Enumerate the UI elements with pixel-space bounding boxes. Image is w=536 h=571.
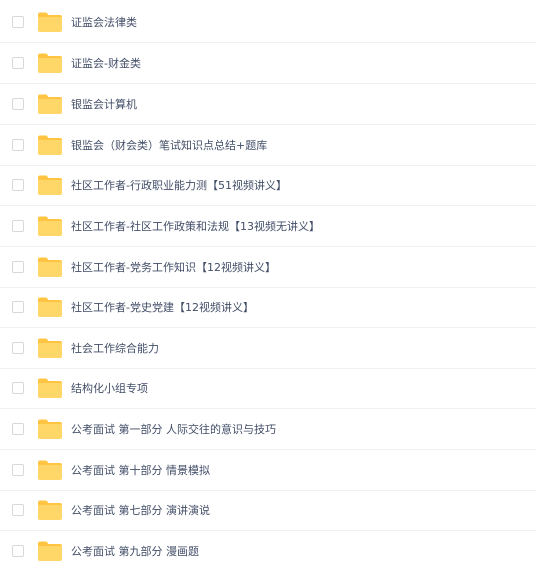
folder-icon xyxy=(38,460,62,480)
row-checkbox[interactable] xyxy=(12,301,24,313)
row-checkbox[interactable] xyxy=(12,464,24,476)
folder-name[interactable]: 证监会法律类 xyxy=(71,3,137,42)
folder-name[interactable]: 银监会（财会类）笔试知识点总结+题库 xyxy=(71,126,267,165)
folder-name[interactable]: 社区工作者-党史党建【12视频讲义】 xyxy=(71,288,254,327)
list-item[interactable]: 社区工作者-党务工作知识【12视频讲义】 xyxy=(0,248,536,288)
row-checkbox[interactable] xyxy=(12,179,24,191)
list-item[interactable]: 社区工作者-社区工作政策和法规【13视频无讲义】 xyxy=(0,207,536,247)
list-item[interactable]: 社区工作者-行政职业能力测【51视频讲义】 xyxy=(0,166,536,206)
folder-name[interactable]: 公考面试 第十部分 情景模拟 xyxy=(71,451,210,490)
list-item[interactable]: 结构化小组专项 xyxy=(0,369,536,409)
list-item[interactable]: 银监会计算机 xyxy=(0,85,536,125)
folder-name[interactable]: 结构化小组专项 xyxy=(71,369,148,408)
list-item[interactable]: 证监会-财金类 xyxy=(0,44,536,84)
list-item[interactable]: 公考面试 第十部分 情景模拟 xyxy=(0,451,536,491)
folder-icon xyxy=(38,175,62,195)
folder-name[interactable]: 社区工作者-党务工作知识【12视频讲义】 xyxy=(71,248,276,287)
folder-icon xyxy=(38,297,62,317)
list-item[interactable]: 公考面试 第七部分 演讲演说 xyxy=(0,491,536,531)
list-item[interactable]: 社会工作综合能力 xyxy=(0,329,536,369)
row-checkbox[interactable] xyxy=(12,57,24,69)
folder-icon xyxy=(38,338,62,358)
folder-name[interactable]: 社会工作综合能力 xyxy=(71,329,159,368)
row-checkbox[interactable] xyxy=(12,504,24,516)
file-list: 证监会法律类 证监会-财金类 银监会计算机 银监会（财会类）笔试知识点总结+题库… xyxy=(0,0,536,571)
folder-icon xyxy=(38,12,62,32)
row-checkbox[interactable] xyxy=(12,261,24,273)
folder-name[interactable]: 公考面试 第七部分 演讲演说 xyxy=(71,491,210,530)
folder-name[interactable]: 社区工作者-行政职业能力测【51视频讲义】 xyxy=(71,166,287,205)
list-item[interactable]: 社区工作者-党史党建【12视频讲义】 xyxy=(0,288,536,328)
folder-icon xyxy=(38,419,62,439)
row-checkbox[interactable] xyxy=(12,16,24,28)
folder-icon xyxy=(38,541,62,561)
list-item[interactable]: 公考面试 第一部分 人际交往的意识与技巧 xyxy=(0,410,536,450)
folder-icon xyxy=(38,94,62,114)
row-checkbox[interactable] xyxy=(12,423,24,435)
folder-icon xyxy=(38,216,62,236)
row-checkbox[interactable] xyxy=(12,545,24,557)
list-item[interactable]: 银监会（财会类）笔试知识点总结+题库 xyxy=(0,126,536,166)
row-checkbox[interactable] xyxy=(12,139,24,151)
row-checkbox[interactable] xyxy=(12,220,24,232)
folder-name[interactable]: 证监会-财金类 xyxy=(71,44,141,83)
list-item[interactable]: 公考面试 第九部分 漫画题 xyxy=(0,532,536,571)
row-checkbox[interactable] xyxy=(12,382,24,394)
folder-name[interactable]: 公考面试 第九部分 漫画题 xyxy=(71,532,199,571)
folder-name[interactable]: 银监会计算机 xyxy=(71,85,137,124)
folder-name[interactable]: 社区工作者-社区工作政策和法规【13视频无讲义】 xyxy=(71,207,320,246)
folder-icon xyxy=(38,500,62,520)
folder-icon xyxy=(38,135,62,155)
row-checkbox[interactable] xyxy=(12,342,24,354)
row-checkbox[interactable] xyxy=(12,98,24,110)
list-item[interactable]: 证监会法律类 xyxy=(0,3,536,43)
folder-icon xyxy=(38,53,62,73)
folder-icon xyxy=(38,257,62,277)
folder-icon xyxy=(38,378,62,398)
folder-name[interactable]: 公考面试 第一部分 人际交往的意识与技巧 xyxy=(71,410,276,449)
